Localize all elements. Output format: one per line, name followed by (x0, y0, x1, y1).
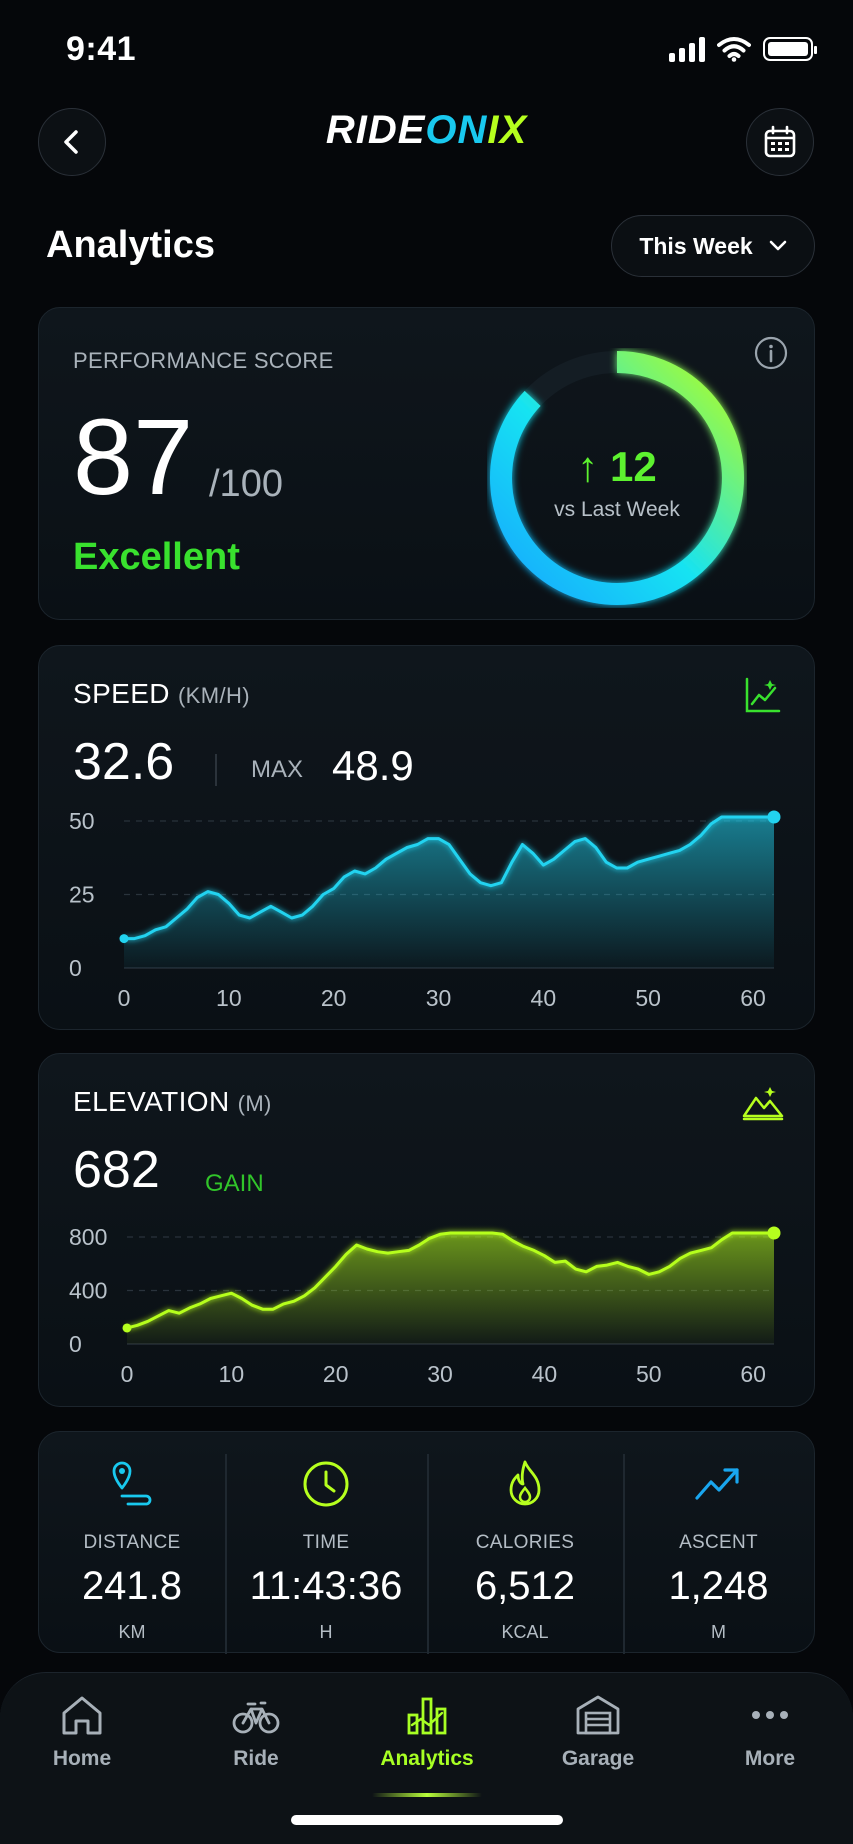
performance-delta-label: vs Last Week (554, 498, 680, 521)
tab-label: More (744, 1747, 796, 1770)
elevation-chart-y-tick-label: 400 (69, 1278, 107, 1304)
speed-chart-area (124, 817, 774, 968)
speed-chart-end-point (767, 810, 781, 824)
stat-unit: KM (118, 1622, 146, 1642)
period-label: This Week (639, 232, 753, 259)
tab-label: Analytics (380, 1747, 474, 1770)
speed-chart-x-tick-label: 50 (635, 985, 661, 1011)
calendar-icon (764, 125, 796, 158)
elevation-card: ELEVATION (M) 682 GAIN 0 400 800 0 10 20 30 40 50… (38, 1053, 815, 1407)
stat-calories: CALORIES 6,512 KCAL (427, 1432, 623, 1652)
tab-ride[interactable]: Ride (186, 1691, 326, 1771)
cellular-signal-icon (669, 36, 705, 62)
tab-more[interactable]: More (700, 1691, 840, 1771)
stat-value: 241.8 (81, 1564, 183, 1608)
stat-value: 1,248 (668, 1564, 769, 1608)
elevation-chart-x-tick-label: 20 (323, 1361, 349, 1387)
elevation-chart-y-tick-label: 800 (69, 1224, 107, 1250)
speed-chart-x-tick-label: 0 (118, 985, 131, 1011)
stat-unit: M (711, 1622, 726, 1642)
elevation-chart-x-tick-label: 0 (121, 1361, 134, 1387)
stat-label: ASCENT (679, 1532, 758, 1553)
speed-chart-x-tick-label: 20 (321, 985, 347, 1011)
status-time: 9:41 (66, 30, 137, 68)
arrow-up-icon: ↑ (577, 443, 610, 490)
info-icon[interactable] (754, 336, 788, 370)
elevation-chart: 0 400 800 0 10 20 30 40 50 60 (69, 1224, 781, 1387)
period-dropdown[interactable]: This Week (611, 215, 815, 277)
elevation-chart-y-tick-label: 0 (69, 1331, 82, 1357)
tab-analytics[interactable]: Analytics (357, 1691, 497, 1771)
performance-max: /100 (209, 463, 283, 505)
performance-score: 87 (73, 396, 194, 517)
clock-icon (303, 1461, 349, 1507)
speed-card: SPEED (KM/H) 32.6 MAX 48.9 0 25 50 0 10 20 30 40… (38, 645, 815, 1030)
flame-icon (509, 1460, 541, 1506)
stat-value: 11:43:36 (249, 1564, 403, 1608)
active-tab-indicator (372, 1793, 482, 1797)
status-bar: 9:41 (0, 0, 853, 100)
calendar-button[interactable] (746, 108, 814, 176)
speed-chart-y-tick-label: 25 (69, 882, 95, 908)
speed-chart-x-tick-label: 30 (426, 985, 452, 1011)
home-indicator[interactable] (291, 1815, 563, 1825)
elevation-chart-x-tick-label: 30 (427, 1361, 453, 1387)
performance-delta-value: 12 (609, 443, 657, 490)
speed-chart-x-tick-label: 40 (531, 985, 557, 1011)
bar-chart-icon (407, 1697, 447, 1735)
tab-label: Home (52, 1747, 112, 1770)
speed-chart-x-tick-label: 10 (216, 985, 242, 1011)
stats-card: DISTANCE 241.8 KM TIME 11:43:36 H CALORI… (38, 1431, 815, 1654)
speed-chart-y-tick-label: 0 (69, 955, 82, 981)
bicycle-icon (232, 1701, 280, 1734)
elevation-chart-x-tick-label: 10 (219, 1361, 245, 1387)
performance-card: PERFORMANCE SCORE 87 /100 Excellent ↑ 12… (38, 307, 815, 620)
tab-garage[interactable]: Garage (528, 1691, 668, 1771)
speed-chart-start-point (119, 934, 129, 944)
stat-label: CALORIES (475, 1532, 575, 1553)
performance-rating: Excellent (73, 536, 240, 578)
speed-chart-y-tick-label: 50 (69, 808, 95, 834)
tab-label: Garage (561, 1747, 635, 1770)
elevation-chart-start-point (122, 1323, 132, 1333)
more-icon (752, 1711, 788, 1719)
stat-unit: KCAL (501, 1622, 549, 1642)
wifi-icon (717, 37, 751, 62)
home-icon (62, 1696, 102, 1735)
elevation-chart-area (127, 1233, 774, 1344)
stat-label: DISTANCE (83, 1532, 181, 1553)
chevron-down-icon (769, 240, 786, 251)
status-icons (669, 36, 817, 62)
stat-ascent: ASCENT 1,248 M (623, 1432, 814, 1652)
speed-chart: 0 25 50 0 10 20 30 40 50 60 (69, 808, 781, 1011)
stat-time: TIME 11:43:36 H (225, 1432, 427, 1652)
tab-label: Ride (233, 1747, 279, 1770)
elevation-chart-x-tick-label: 60 (740, 1361, 766, 1387)
performance-label: PERFORMANCE SCORE (73, 348, 334, 373)
elevation-chart-x-tick-label: 50 (636, 1361, 662, 1387)
location-route-icon (112, 1461, 152, 1506)
tab-home[interactable]: Home (12, 1691, 152, 1771)
speed-chart-x-tick-label: 60 (740, 985, 766, 1011)
page-title: Analytics (46, 224, 215, 266)
battery-icon (763, 37, 817, 61)
elevation-chart-x-tick-label: 40 (532, 1361, 558, 1387)
trend-up-icon (694, 1468, 739, 1500)
stat-distance: DISTANCE 241.8 KM (39, 1432, 225, 1652)
garage-icon (576, 1695, 620, 1735)
stat-unit: H (319, 1622, 333, 1642)
stat-value: 6,512 (474, 1564, 576, 1608)
elevation-chart-end-point (767, 1226, 781, 1240)
stat-label: TIME (302, 1532, 350, 1553)
performance-delta: ↑ 12 (487, 443, 747, 491)
app-logo: RIDEONIX (325, 108, 528, 152)
